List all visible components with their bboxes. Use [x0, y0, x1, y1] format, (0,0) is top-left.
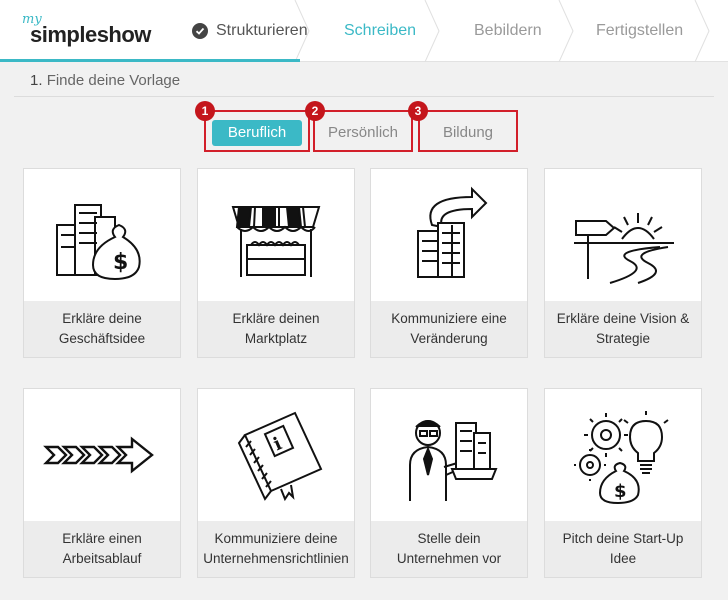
tab-highlight-beruflich: Beruflich: [204, 110, 310, 152]
signpost-sunrise-road-icon: [545, 169, 701, 301]
tab-highlight-persoenlich: Persönlich: [313, 110, 413, 152]
tab-highlight-bildung: Bildung: [418, 110, 518, 152]
step-badge: 3: [408, 101, 428, 121]
step-separator-icon: [424, 0, 440, 62]
tab-beruflich[interactable]: Beruflich: [212, 120, 302, 146]
divider: [14, 96, 714, 97]
market-stall-icon: [198, 169, 354, 301]
check-circle-icon: [192, 23, 208, 39]
office-buildings-money-bag-icon: $: [24, 169, 180, 301]
svg-text:$: $: [113, 250, 128, 275]
step-separator-icon: [294, 0, 310, 62]
step-label: Bebildern: [474, 22, 542, 39]
template-card-veraenderung[interactable]: Kommuniziere eine Veränderung: [370, 168, 528, 358]
info-handbook-icon: i: [198, 389, 354, 521]
step-label: Schreiben: [344, 22, 417, 39]
process-chevrons-arrow-icon: [24, 389, 180, 521]
template-caption: Kommuniziere deine Unternehmensrichtlini…: [198, 521, 354, 577]
step-badge: 2: [305, 101, 325, 121]
step-strukturieren[interactable]: Strukturieren: [192, 0, 310, 62]
top-header: my simpleshow Strukturieren Schreiben Be…: [0, 0, 728, 62]
template-caption: Stelle dein Unternehmen vor: [371, 521, 527, 577]
tab-persoenlich[interactable]: Persönlich: [319, 120, 407, 146]
template-card-arbeitsablauf[interactable]: Erkläre einen Arbeitsablauf: [23, 388, 181, 578]
businessman-presenting-buildings-icon: [371, 389, 527, 521]
section-heading: 1. Finde deine Vorlage: [30, 72, 180, 89]
template-card-richtlinien[interactable]: i Kommuniziere deine Unternehmensrichtli…: [197, 388, 355, 578]
step-badge: 1: [195, 101, 215, 121]
template-caption: Erkläre deine Vision & Strategie: [545, 301, 701, 357]
tab-bildung[interactable]: Bildung: [424, 120, 512, 146]
template-caption: Kommuniziere eine Veränderung: [371, 301, 527, 357]
step-separator-icon: [694, 0, 710, 62]
template-caption: Erkläre deinen Marktplatz: [198, 301, 354, 357]
step-bebildern[interactable]: Bebildern: [474, 0, 564, 62]
simpleshow-logo[interactable]: my simpleshow: [22, 12, 162, 50]
logo-name: simpleshow: [30, 22, 151, 47]
svg-text:$: $: [614, 481, 627, 502]
step-label: Fertigstellen: [596, 22, 684, 39]
template-card-marktplatz[interactable]: Erkläre deinen Marktplatz: [197, 168, 355, 358]
section-title: Finde deine Vorlage: [46, 72, 181, 89]
step-separator-icon: [558, 0, 574, 62]
progress-underline: [0, 59, 300, 62]
step-schreiben[interactable]: Schreiben: [344, 0, 434, 62]
template-caption: Erkläre deine Geschäftsidee: [24, 301, 180, 357]
gears-lightbulb-money-bag-icon: $: [545, 389, 701, 521]
template-card-vision[interactable]: Erkläre deine Vision & Strategie: [544, 168, 702, 358]
template-caption: Erkläre einen Arbeitsablauf: [24, 521, 180, 577]
step-fertigstellen[interactable]: Fertigstellen: [596, 0, 706, 62]
step-navigation: Strukturieren Schreiben Bebildern Fertig…: [172, 0, 728, 62]
template-card-startup[interactable]: $ Pitch deine Start-Up Idee: [544, 388, 702, 578]
template-caption: Pitch deine Start-Up Idee: [545, 521, 701, 577]
template-card-unternehmen[interactable]: Stelle dein Unternehmen vor: [370, 388, 528, 578]
section-number: 1.: [30, 72, 43, 89]
building-change-arrow-icon: [371, 169, 527, 301]
template-card-geschaeftsidee[interactable]: $ Erkläre deine Geschäftsidee: [23, 168, 181, 358]
